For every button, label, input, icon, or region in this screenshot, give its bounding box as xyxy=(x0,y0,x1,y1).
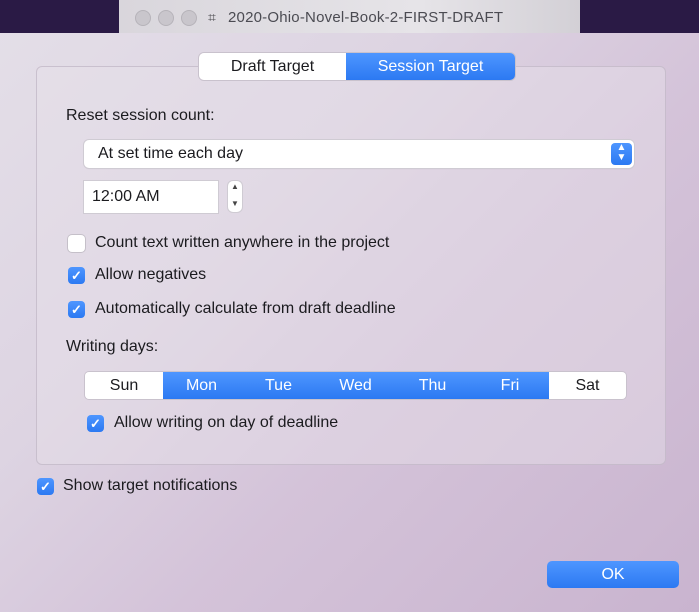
count-anywhere-label: Count text written anywhere in the proje… xyxy=(95,234,390,251)
window-title: 2020-Ohio-Novel-Book-2-FIRST-DRAFT xyxy=(228,9,504,26)
day-tue[interactable]: Tue xyxy=(240,372,317,399)
auto-calc-checkbox[interactable]: ✓ xyxy=(68,301,85,318)
show-notifications-label: Show target notifications xyxy=(63,477,238,494)
show-notifications-checkbox[interactable]: ✓ xyxy=(37,478,54,495)
ok-button[interactable]: OK xyxy=(547,561,679,588)
reset-time-value: 12:00 AM xyxy=(92,188,160,205)
reset-mode-value: At set time each day xyxy=(98,145,243,162)
deadline-day-label: Allow writing on day of deadline xyxy=(114,414,339,431)
writing-days-label: Writing days: xyxy=(66,338,159,355)
reset-session-label: Reset session count: xyxy=(66,107,215,124)
time-stepper[interactable]: ▲ ▼ xyxy=(228,181,242,212)
stepper-down-icon[interactable]: ▼ xyxy=(228,198,242,209)
zoom-window-button[interactable] xyxy=(181,10,197,26)
allow-negatives-checkbox[interactable]: ✓ xyxy=(68,267,85,284)
day-sat[interactable]: Sat xyxy=(549,372,626,399)
checkmark-icon: ✓ xyxy=(40,479,51,494)
count-anywhere-checkbox[interactable] xyxy=(68,235,85,252)
reset-mode-select[interactable]: At set time each day ▲ ▼ xyxy=(84,140,634,168)
chevron-updown-icon: ▲ ▼ xyxy=(611,143,632,165)
allow-negatives-label: Allow negatives xyxy=(95,266,207,283)
day-fri[interactable]: Fri xyxy=(471,372,549,399)
close-window-button[interactable] xyxy=(135,10,151,26)
checkmark-icon: ✓ xyxy=(71,302,82,317)
minimize-window-button[interactable] xyxy=(158,10,174,26)
day-thu[interactable]: Thu xyxy=(394,372,471,399)
day-mon[interactable]: Mon xyxy=(163,372,240,399)
title-bar: ⌗ 2020-Ohio-Novel-Book-2-FIRST-DRAFT xyxy=(0,0,699,33)
target-tab-bar: Draft Target Session Target xyxy=(199,53,515,80)
checkmark-icon: ✓ xyxy=(71,268,82,283)
day-wed[interactable]: Wed xyxy=(317,372,394,399)
tab-draft-target[interactable]: Draft Target xyxy=(199,53,346,80)
document-icon: ⌗ xyxy=(208,9,216,25)
writing-days-segmented: Sun Mon Tue Wed Thu Fri Sat xyxy=(85,372,626,399)
dialog-window: ⌗ 2020-Ohio-Novel-Book-2-FIRST-DRAFT Dra… xyxy=(0,0,699,612)
checkmark-icon: ✓ xyxy=(90,416,101,431)
deadline-day-checkbox[interactable]: ✓ xyxy=(87,415,104,432)
auto-calc-label: Automatically calculate from draft deadl… xyxy=(95,300,396,317)
reset-time-field[interactable]: 12:00 AM xyxy=(84,181,218,213)
stepper-up-icon[interactable]: ▲ xyxy=(228,181,242,192)
tab-session-target[interactable]: Session Target xyxy=(346,53,515,80)
day-sun[interactable]: Sun xyxy=(85,372,163,399)
